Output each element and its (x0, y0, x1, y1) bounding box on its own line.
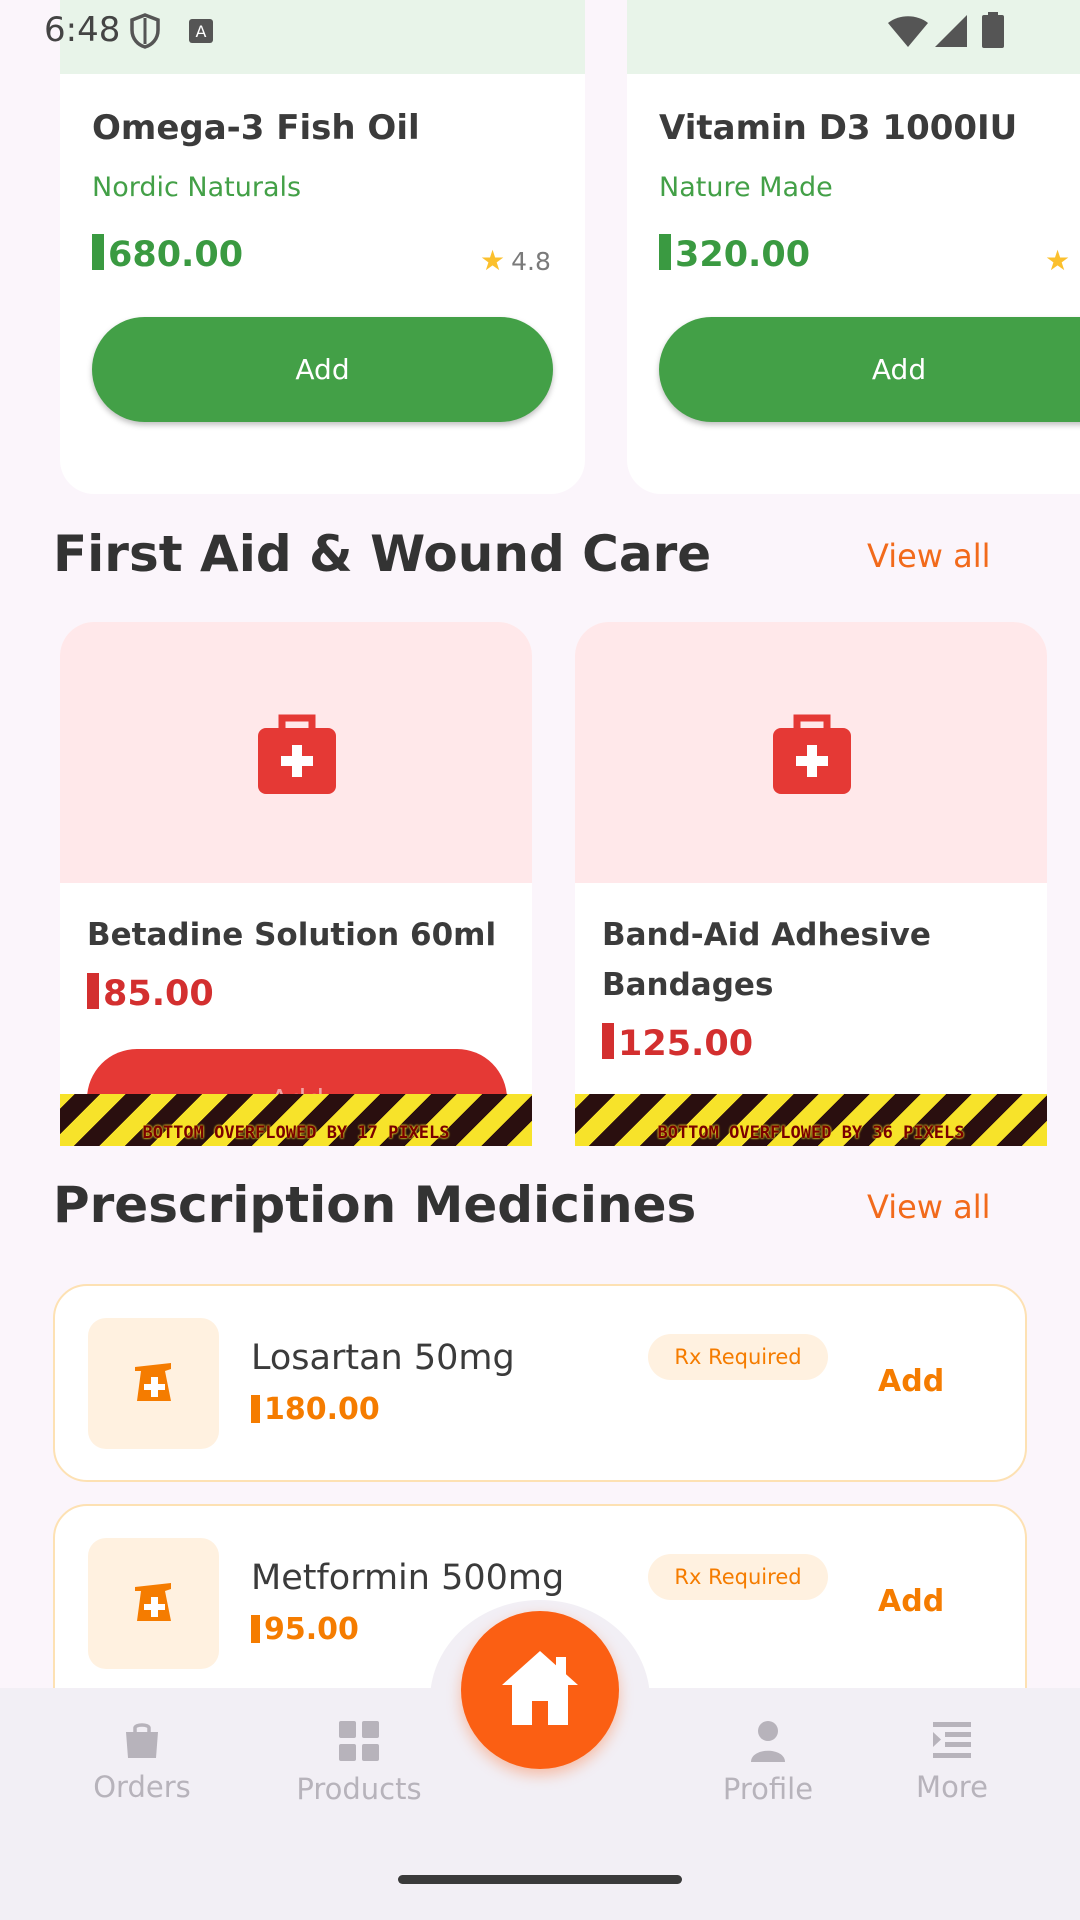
person-icon (751, 1721, 785, 1762)
add-button[interactable]: Add (878, 1584, 944, 1619)
nav-label: Orders (93, 1770, 191, 1804)
wifi-icon (888, 16, 928, 47)
battery-icon (982, 12, 1004, 48)
product-card[interactable]: Vitamin D3 1000IU Nature Made 320.00 ★ A… (627, 0, 1080, 494)
product-name: Vitamin D3 1000IU (659, 108, 1018, 148)
product-price: 320.00 (659, 234, 810, 275)
nav-item-profile[interactable]: Profile (668, 1720, 868, 1806)
gesture-home-bar[interactable] (398, 1875, 682, 1884)
rx-required-badge: Rx Required (648, 1554, 828, 1600)
add-button[interactable]: Add (659, 317, 1080, 422)
status-bar: 6:48 A (0, 0, 1080, 62)
add-button[interactable]: Add (92, 317, 553, 422)
nav-label: More (916, 1770, 988, 1804)
product-name: Losartan 50mg (251, 1338, 515, 1378)
product-name: Omega-3 Fish Oil (92, 108, 420, 148)
signal-icon (935, 15, 967, 47)
nav-item-more[interactable]: More (852, 1720, 1052, 1804)
add-button[interactable]: Add (878, 1364, 944, 1399)
star-icon: ★ (480, 244, 506, 277)
product-rating: ★ 4.8 (480, 244, 551, 277)
currency-icon (87, 973, 99, 1009)
nav-item-orders[interactable]: Orders (42, 1720, 242, 1804)
view-all-prescription-link[interactable]: View all (867, 1188, 991, 1226)
product-name: Metformin 500mg (251, 1558, 565, 1598)
product-card[interactable]: Betadine Solution 60ml 85.00 Add BOTTOM … (60, 622, 532, 1146)
medicine-icon (135, 1583, 171, 1621)
home-icon (502, 1651, 578, 1725)
shield-icon (130, 13, 160, 49)
product-price: 180.00 (251, 1392, 380, 1427)
rx-required-badge: Rx Required (648, 1334, 828, 1380)
first-aid-kit-icon (773, 714, 851, 794)
product-rating: ★ (1045, 244, 1076, 277)
star-icon: ★ (1045, 244, 1071, 277)
nav-label: Profile (722, 1772, 814, 1806)
bag-icon (126, 1723, 158, 1758)
product-image (60, 622, 532, 883)
product-thumbnail (88, 1318, 219, 1449)
view-all-first-aid-link[interactable]: View all (867, 537, 991, 575)
currency-icon (92, 234, 104, 270)
overflow-warning-text: BOTTOM OVERFLOWED BY 17 PIXELS (142, 1123, 450, 1143)
list-item[interactable]: Losartan 50mg 180.00 Rx Required Add (53, 1284, 1027, 1482)
product-name: Band-Aid Adhesive Bandages (602, 917, 931, 1003)
medicine-icon (135, 1363, 171, 1401)
status-time: 6:48 (44, 10, 121, 50)
home-button[interactable] (461, 1611, 619, 1769)
product-image (575, 622, 1047, 883)
currency-icon (659, 234, 671, 270)
nav-label: Products (296, 1772, 422, 1806)
menu-icon (933, 1722, 971, 1758)
product-brand: Nordic Naturals (92, 172, 302, 203)
keyboard-icon: A (189, 19, 213, 43)
product-price: 85.00 (87, 973, 214, 1014)
currency-icon (251, 1395, 260, 1423)
product-price: 680.00 (92, 234, 243, 275)
product-card[interactable]: Band-Aid Adhesive Bandages 125.00 BOTTOM… (575, 622, 1047, 1146)
product-brand: Nature Made (659, 172, 833, 203)
currency-icon (602, 1023, 614, 1059)
product-card[interactable]: Omega-3 Fish Oil Nordic Naturals 680.00 … (60, 0, 585, 494)
product-price: 95.00 (251, 1612, 359, 1647)
overflow-warning-text: BOTTOM OVERFLOWED BY 36 PIXELS (657, 1123, 965, 1143)
product-name: Betadine Solution 60ml (87, 917, 497, 953)
section-title-prescription: Prescription Medicines (53, 1176, 697, 1234)
currency-icon (251, 1615, 260, 1643)
svg-text:A: A (196, 22, 207, 41)
section-title-first-aid: First Aid & Wound Care (53, 525, 712, 583)
grid-icon (339, 1721, 379, 1761)
nav-item-products[interactable]: Products (259, 1720, 459, 1806)
product-price: 125.00 (602, 1023, 753, 1064)
product-thumbnail (88, 1538, 219, 1669)
first-aid-kit-icon (258, 714, 336, 794)
